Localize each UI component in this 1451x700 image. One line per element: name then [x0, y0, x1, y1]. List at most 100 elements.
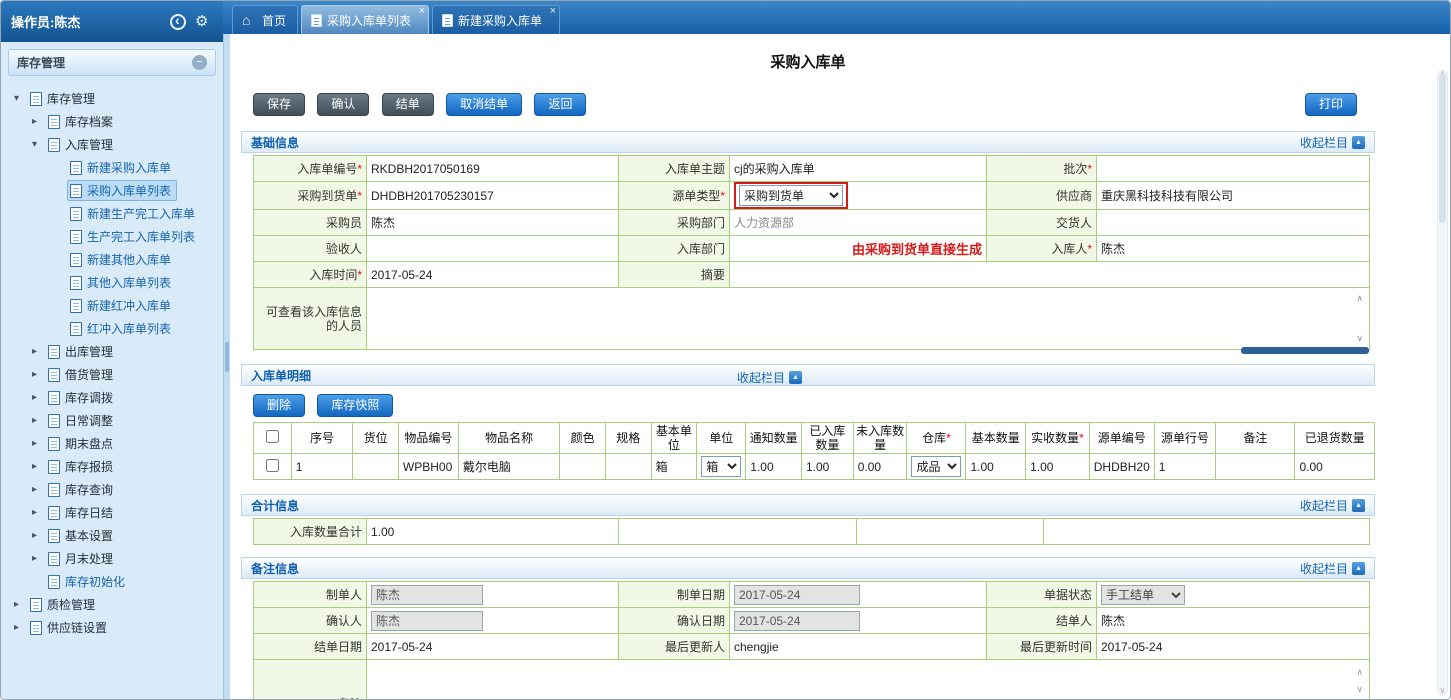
- tree-item[interactable]: 库存查询: [1, 478, 223, 501]
- expand-arrow-icon[interactable]: [32, 461, 45, 472]
- collapse-section-link[interactable]: 收起栏目: [1300, 134, 1365, 151]
- field-scrollbar[interactable]: [1356, 294, 1363, 343]
- scroll-up-icon[interactable]: [1356, 668, 1363, 677]
- scrollbar-thumb[interactable]: [1439, 73, 1446, 223]
- print-button[interactable]: 打印: [1305, 93, 1357, 116]
- collapse-section-link[interactable]: 收起栏目: [1300, 497, 1365, 514]
- tree-item[interactable]: 新建采购入库单: [1, 156, 223, 179]
- remark-field[interactable]: [367, 660, 1370, 700]
- cell: 成品: [907, 454, 966, 480]
- tree-item[interactable]: 生产完工入库单列表: [1, 225, 223, 248]
- expand-arrow-icon[interactable]: [32, 346, 45, 357]
- expand-arrow-icon[interactable]: [32, 139, 45, 150]
- column-header: 源单行号: [1154, 423, 1215, 454]
- operator-label: 操作员:陈杰: [11, 12, 80, 31]
- settings-gear-icon[interactable]: [195, 13, 213, 31]
- confirm-date-input[interactable]: [734, 611, 860, 631]
- section-title: 合计信息: [251, 497, 299, 514]
- tree-item[interactable]: 新建生产完工入库单: [1, 202, 223, 225]
- field-scrollbar[interactable]: [1356, 668, 1363, 694]
- sidebar-splitter[interactable]: [223, 34, 230, 699]
- tree-item[interactable]: 新建红冲入库单: [1, 294, 223, 317]
- doc-status-select[interactable]: 手工结单: [1101, 585, 1185, 605]
- collapse-section-link[interactable]: 收起栏目: [1300, 560, 1365, 577]
- tab-home[interactable]: 首页: [232, 5, 298, 34]
- select-all-checkbox[interactable]: [266, 430, 279, 443]
- tab-purchase-receipt-list[interactable]: 采购入库单列表: [301, 5, 429, 34]
- expand-arrow-icon[interactable]: [32, 116, 45, 127]
- document-icon: [311, 14, 322, 27]
- scroll-down-icon[interactable]: [1438, 687, 1447, 695]
- expand-arrow-icon[interactable]: [14, 93, 27, 104]
- required-asterisk: *: [1079, 431, 1084, 445]
- splitter-grip-handle[interactable]: [225, 342, 229, 372]
- tree-item[interactable]: 库存管理: [1, 87, 223, 110]
- tree-item-selected[interactable]: 采购入库单列表: [1, 179, 223, 202]
- field-value: 2017-05-24: [367, 262, 619, 288]
- tree-item[interactable]: 月末处理: [1, 547, 223, 570]
- save-button[interactable]: 保存: [253, 93, 305, 116]
- source-type-select[interactable]: 采购到货单: [739, 185, 843, 206]
- tab-new-purchase-receipt[interactable]: 新建采购入库单: [432, 5, 560, 34]
- snapshot-button[interactable]: 库存快照: [317, 394, 393, 417]
- expand-arrow-icon[interactable]: [32, 530, 45, 541]
- close-icon[interactable]: [550, 5, 556, 17]
- tree-item[interactable]: 库存日结: [1, 501, 223, 524]
- create-date-input[interactable]: [734, 585, 860, 605]
- vertical-scrollbar[interactable]: [1437, 70, 1448, 695]
- tree-item[interactable]: 期末盘点: [1, 432, 223, 455]
- field-value: 陈杰: [1097, 608, 1370, 634]
- expand-arrow-icon[interactable]: [32, 507, 45, 518]
- expand-arrow-icon[interactable]: [32, 392, 45, 403]
- tree-item[interactable]: 其他入库单列表: [1, 271, 223, 294]
- document-icon: [48, 345, 60, 359]
- expand-arrow-icon[interactable]: [32, 369, 45, 380]
- required-asterisk: *: [720, 189, 725, 203]
- delete-button[interactable]: 删除: [253, 394, 305, 417]
- field-value: 人力资源部: [730, 210, 987, 236]
- unit-select[interactable]: 箱: [701, 456, 741, 477]
- back-icon[interactable]: [170, 14, 186, 30]
- tree-item[interactable]: 库存初始化: [1, 570, 223, 593]
- tree-item[interactable]: 库存档案: [1, 110, 223, 133]
- tree-item[interactable]: 日常调整: [1, 409, 223, 432]
- tree-item[interactable]: 质检管理: [1, 593, 223, 616]
- confirmer-input[interactable]: [371, 611, 483, 631]
- expand-arrow-icon[interactable]: [32, 553, 45, 564]
- column-header: 备注: [1216, 423, 1295, 454]
- required-asterisk: *: [357, 162, 362, 176]
- tree-item[interactable]: 基本设置: [1, 524, 223, 547]
- close-icon[interactable]: [419, 5, 425, 17]
- field-value: [1097, 156, 1370, 182]
- back-button[interactable]: 返回: [534, 93, 586, 116]
- column-header: 实收数量*: [1026, 423, 1090, 454]
- tree-item[interactable]: 库存调拨: [1, 386, 223, 409]
- expand-arrow-icon[interactable]: [14, 622, 27, 633]
- expand-arrow-icon[interactable]: [14, 599, 27, 610]
- tree-item[interactable]: 库存报损: [1, 455, 223, 478]
- tree-item[interactable]: 入库管理: [1, 133, 223, 156]
- collapse-panel-icon[interactable]: [192, 55, 207, 70]
- settle-button[interactable]: 结单: [382, 93, 434, 116]
- viewers-field[interactable]: [367, 288, 1370, 350]
- tree-item[interactable]: 出库管理: [1, 340, 223, 363]
- horizontal-scrollbar-thumb[interactable]: [1241, 347, 1369, 354]
- row-checkbox[interactable]: [266, 459, 279, 472]
- creator-input[interactable]: [371, 585, 483, 605]
- warehouse-select[interactable]: 成品: [911, 456, 961, 477]
- expand-arrow-icon[interactable]: [32, 484, 45, 495]
- expand-arrow-icon[interactable]: [32, 415, 45, 426]
- confirm-button[interactable]: 确认: [317, 93, 369, 116]
- scroll-down-icon[interactable]: [1356, 685, 1363, 694]
- collapse-icon: [1352, 499, 1365, 512]
- expand-arrow-icon[interactable]: [32, 438, 45, 449]
- tree-item[interactable]: 红冲入库单列表: [1, 317, 223, 340]
- scroll-down-icon[interactable]: [1356, 334, 1363, 343]
- scroll-up-icon[interactable]: [1356, 294, 1363, 303]
- tree-item[interactable]: 借货管理: [1, 363, 223, 386]
- basic-info-form: 入库单编号* RKDBH2017050169 入库单主题 cj的采购入库单 批次…: [253, 155, 1370, 350]
- collapse-section-link[interactable]: 收起栏目: [737, 369, 802, 386]
- tree-item[interactable]: 供应链设置: [1, 616, 223, 639]
- cancel-settle-button[interactable]: 取消结单: [446, 93, 522, 116]
- tree-item[interactable]: 新建其他入库单: [1, 248, 223, 271]
